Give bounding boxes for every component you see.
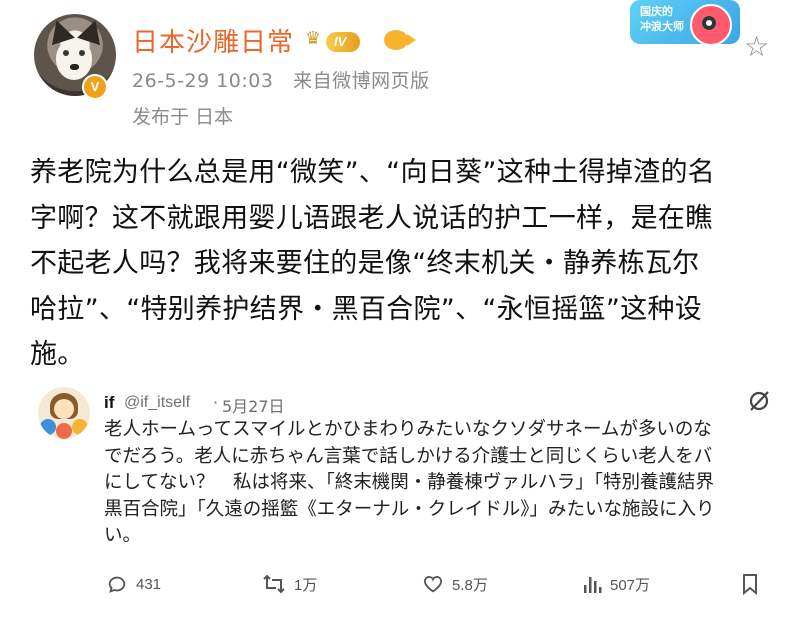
crown-icon: ♛ (305, 28, 322, 49)
post-meta: 26-5-29 10:03 来自微博网页版 (132, 66, 430, 93)
bookmark-button[interactable] (741, 572, 767, 596)
chevron-right-icon: ▸ (360, 34, 367, 49)
post-timestamp: 26-5-29 10:03 (132, 70, 274, 92)
quoted-text: 老人ホームってスマイルとかひまわりみたいなクソダサネームが多いのな でだろう。老… (104, 419, 715, 546)
reply-button[interactable]: 431 (106, 572, 161, 596)
quoted-date[interactable]: 5月27日 (222, 393, 285, 417)
mascot-icon (690, 4, 732, 46)
post-source: 来自微博网页版 (293, 70, 430, 92)
event-sticker-label: 国庆的 冲浪大师 (640, 5, 684, 33)
reply-count: 431 (136, 575, 162, 593)
quoted-separator: · (213, 393, 219, 412)
views-button[interactable]: 507万 (582, 572, 650, 596)
quoted-name[interactable]: if (104, 393, 114, 413)
post-text: 养老院为什么总是用“微笑”、“向日葵”这种土得掉渣的名 字啊？这不就跟用婴儿语跟… (30, 157, 716, 370)
views-icon (584, 577, 602, 593)
fish-icon (384, 30, 416, 50)
post-location: 发布于 日本 (132, 106, 234, 128)
username[interactable]: 日本沙雕日常 (132, 22, 294, 59)
repost-icon (263, 574, 285, 594)
like-count: 5.8万 (452, 576, 488, 594)
reply-icon (108, 576, 126, 593)
repost-count: 1万 (294, 576, 318, 594)
vip-badge-icon: V (82, 74, 108, 100)
views-count: 507万 (610, 576, 651, 594)
quoted-handle[interactable]: @if_itself (124, 394, 190, 412)
grok-icon[interactable] (746, 388, 772, 414)
bookmark-icon (743, 574, 757, 595)
like-button[interactable]: 5.8万 (422, 572, 488, 596)
quoted-avatar[interactable] (38, 387, 90, 439)
heart-icon (423, 576, 443, 593)
repost-button[interactable]: 1万 (262, 572, 317, 596)
favorite-star-icon[interactable]: ☆ (744, 30, 769, 63)
level-badge[interactable]: IV (326, 32, 361, 52)
